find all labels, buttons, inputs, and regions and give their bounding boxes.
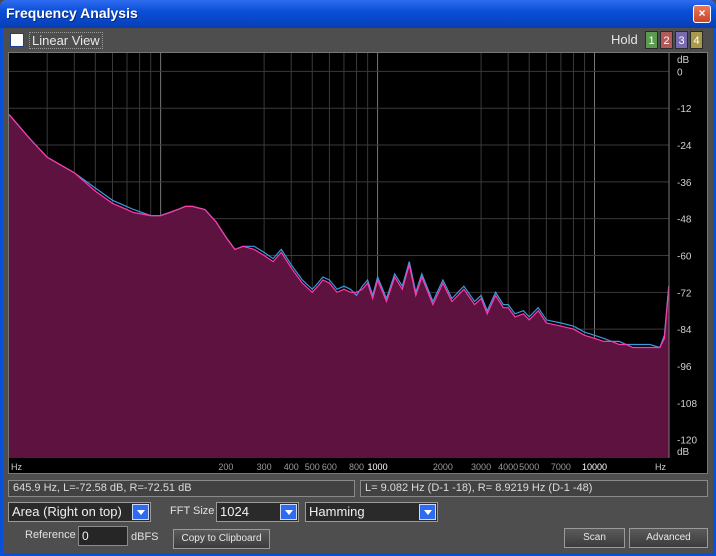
graph-style-value: Area (Right on top)	[12, 504, 122, 519]
toolbar: Linear View Hold 1 2 3 4	[3, 28, 713, 52]
x-tick-label: 5000	[519, 462, 539, 472]
x-tick-label: 2000	[433, 462, 453, 472]
x-tick-label: 3000	[471, 462, 491, 472]
y-tick-label: -48	[677, 215, 692, 226]
x-tick-label: 500	[305, 462, 320, 472]
x-unit-right: Hz	[655, 462, 666, 472]
y-tick-label: -36	[677, 178, 692, 189]
hold-label: Hold	[611, 32, 638, 47]
window-function-select[interactable]: Hamming	[305, 502, 438, 522]
window-body: Linear View Hold 1 2 3 4 0 -12 -24 -36 -48 -6…	[0, 28, 716, 556]
spectrum-area	[9, 114, 669, 459]
close-icon: ×	[698, 6, 706, 20]
x-tick-label: 10000	[582, 462, 607, 472]
graph-style-select[interactable]: Area (Right on top)	[8, 502, 151, 522]
x-tick-label: 1000	[368, 462, 388, 472]
spectrum-svg: 0-12-24-36-48-60-72-84-96-108-120dBdB200…	[8, 53, 707, 473]
hold-button-1[interactable]: 1	[645, 31, 658, 49]
chevron-down-icon[interactable]	[132, 504, 149, 520]
title-bar: Frequency Analysis ×	[0, 0, 716, 28]
fft-size-value: 1024	[220, 504, 249, 519]
chevron-down-icon[interactable]	[280, 504, 297, 520]
y-tick-label: -72	[677, 288, 692, 299]
fft-size-label: FFT Size	[170, 505, 215, 517]
x-tick-label: 200	[218, 462, 233, 472]
y-tick-label: -96	[677, 362, 692, 373]
y-tick-label: -108	[677, 399, 697, 410]
reference-unit: dBFS	[131, 531, 159, 543]
spectrum-plot[interactable]: 0 -12 -24 -36 -48 -60 -72 -84 -96 -108 -120 dB dB 200…	[8, 52, 708, 474]
close-button[interactable]: ×	[693, 5, 711, 23]
reference-input[interactable]: 0	[78, 526, 128, 546]
hold-button-3[interactable]: 3	[675, 31, 688, 49]
y-tick-label: -84	[677, 325, 692, 336]
y-tick-label: -24	[677, 141, 692, 152]
x-unit-left: Hz	[11, 462, 22, 472]
cursor-readout: 645.9 Hz, L=-72.58 dB, R=-72.51 dB	[8, 480, 355, 497]
advanced-button[interactable]: Advanced	[629, 528, 708, 548]
scan-button[interactable]: Scan	[564, 528, 625, 548]
y-tick-label: -60	[677, 252, 692, 263]
y-tick-label: 0	[677, 67, 683, 78]
x-tick-label: 800	[349, 462, 364, 472]
linear-view-label[interactable]: Linear View	[29, 32, 103, 49]
x-tick-label: 400	[284, 462, 299, 472]
y-tick-label: -120	[677, 436, 697, 447]
x-tick-label: 7000	[551, 462, 571, 472]
fft-size-select[interactable]: 1024	[216, 502, 299, 522]
peak-readout: L= 9.082 Hz (D-1 -18), R= 8.9219 Hz (D-1…	[360, 480, 708, 497]
y-unit-bottom: dB	[677, 447, 690, 458]
x-tick-label: 600	[322, 462, 337, 472]
reference-label: Reference	[25, 529, 76, 541]
hold-button-2[interactable]: 2	[660, 31, 673, 49]
window-title: Frequency Analysis	[6, 5, 138, 21]
window-function-value: Hamming	[309, 504, 365, 519]
linear-view-checkbox[interactable]	[10, 33, 24, 47]
copy-to-clipboard-button[interactable]: Copy to Clipboard	[173, 529, 270, 549]
hold-button-4[interactable]: 4	[690, 31, 703, 49]
y-axis-panel	[669, 53, 707, 473]
y-unit-top: dB	[677, 55, 690, 66]
x-tick-label: 4000	[498, 462, 518, 472]
chevron-down-icon[interactable]	[419, 504, 436, 520]
y-tick-label: -12	[677, 104, 692, 115]
x-tick-label: 300	[257, 462, 272, 472]
